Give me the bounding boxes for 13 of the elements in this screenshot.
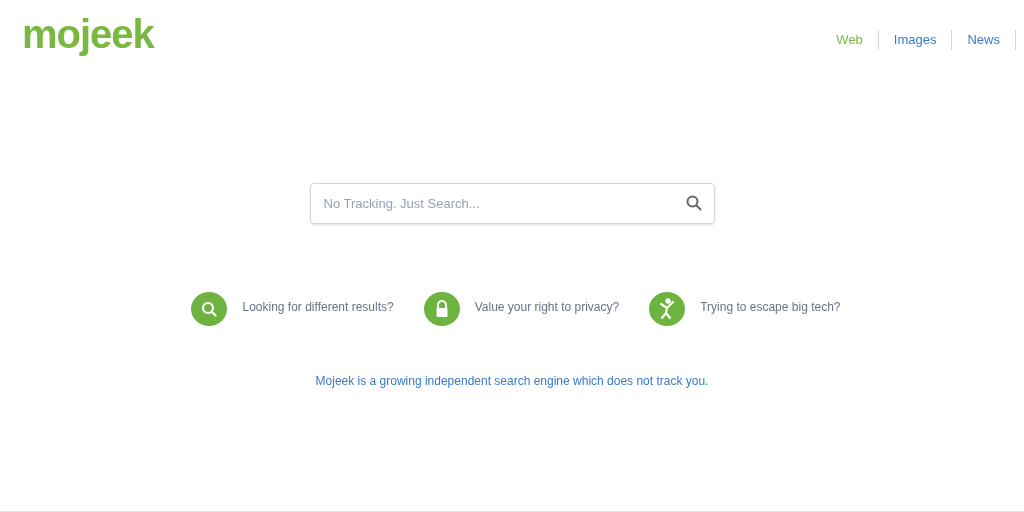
feature-text: Looking for different results? xyxy=(242,299,394,316)
search-field[interactable]: No Tracking. Just Search... xyxy=(309,183,715,224)
nav-link[interactable]: Web xyxy=(821,28,878,52)
search-icon[interactable] xyxy=(685,195,702,211)
padlock-icon xyxy=(423,291,460,327)
nav-link[interactable]: Images xyxy=(878,28,952,52)
feature-text: Value your right to privacy? xyxy=(474,299,620,316)
feature-text: Trying to escape big tech? xyxy=(700,299,841,316)
nav-link[interactable]: News xyxy=(952,28,1015,52)
logo[interactable]: mojeek xyxy=(22,10,154,58)
tagline-link[interactable]: Mojeek is a growing independent search engine which does not track you. xyxy=(315,372,709,390)
search-icon xyxy=(191,291,228,327)
running-figure-icon xyxy=(649,291,686,327)
